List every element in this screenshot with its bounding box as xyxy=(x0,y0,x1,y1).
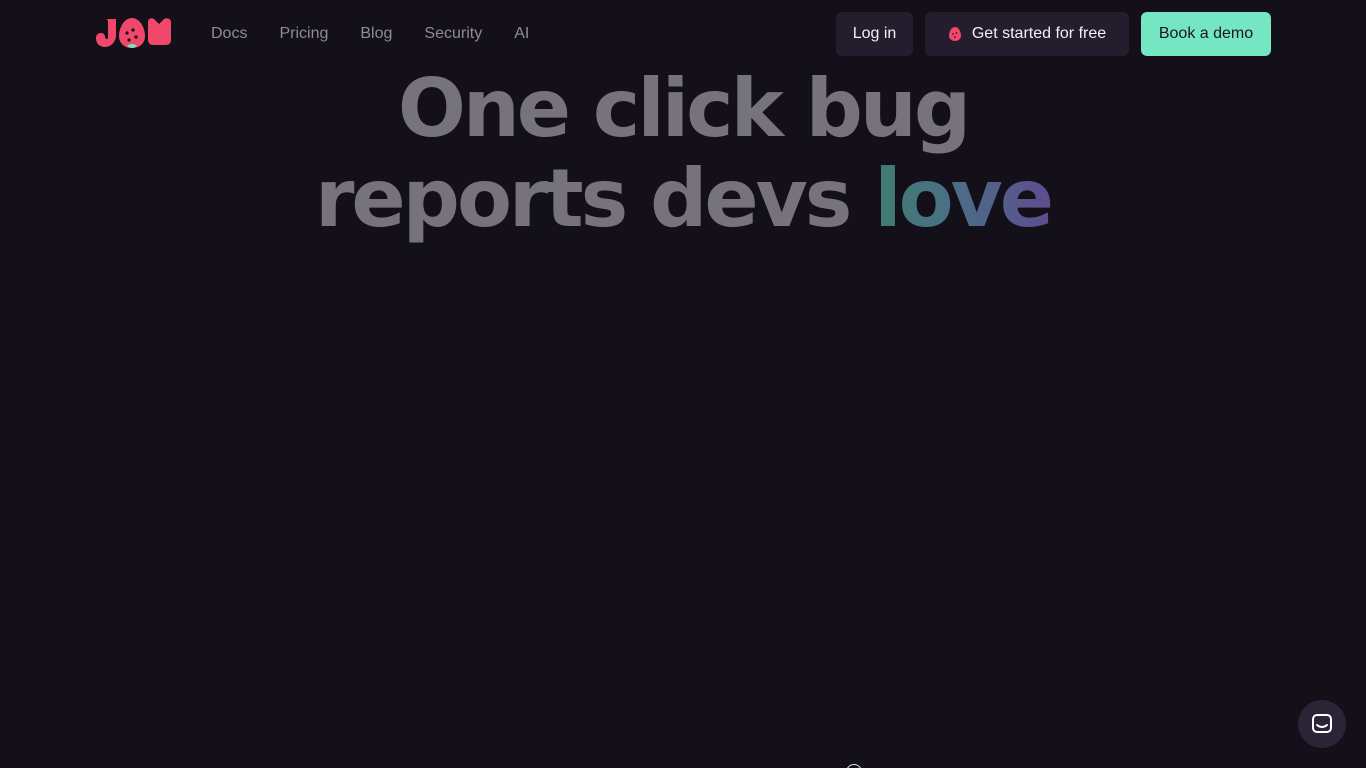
main-nav: Docs Pricing Blog Security AI xyxy=(211,23,529,45)
nav-link-docs[interactable]: Docs xyxy=(211,23,247,45)
nav-link-ai[interactable]: AI xyxy=(514,23,529,45)
get-started-button-label: Get started for free xyxy=(971,25,1107,42)
hero-section: One click bug reports devs love xyxy=(0,64,1366,244)
book-demo-button[interactable]: Book a demo xyxy=(1141,12,1271,56)
hero-headline-line2: reports devs love xyxy=(0,154,1366,244)
strawberry-icon xyxy=(948,27,961,41)
hero-headline-line1: One click bug xyxy=(397,62,971,155)
hero-headline-prefix: reports devs xyxy=(314,152,852,245)
chat-launcher-button[interactable] xyxy=(1298,700,1346,748)
hero-headline: One click bug reports devs love xyxy=(0,64,1366,244)
nav-link-pricing[interactable]: Pricing xyxy=(279,23,328,45)
book-demo-button-label: Book a demo xyxy=(1158,25,1254,42)
jam-logo-icon[interactable] xyxy=(96,16,176,50)
page: Docs Pricing Blog Security AI Log in Get… xyxy=(0,0,1366,768)
scroll-indicator xyxy=(846,764,862,768)
get-started-button[interactable]: Get started for free xyxy=(925,12,1129,56)
nav-link-security[interactable]: Security xyxy=(424,23,482,45)
login-button-label: Log in xyxy=(852,25,897,42)
login-button[interactable]: Log in xyxy=(836,12,913,56)
site-header: Docs Pricing Blog Security AI Log in Get… xyxy=(0,0,1366,68)
hero-headline-highlight: love xyxy=(874,152,1054,245)
chat-bubble-icon xyxy=(1312,714,1332,733)
nav-link-blog[interactable]: Blog xyxy=(360,23,392,45)
